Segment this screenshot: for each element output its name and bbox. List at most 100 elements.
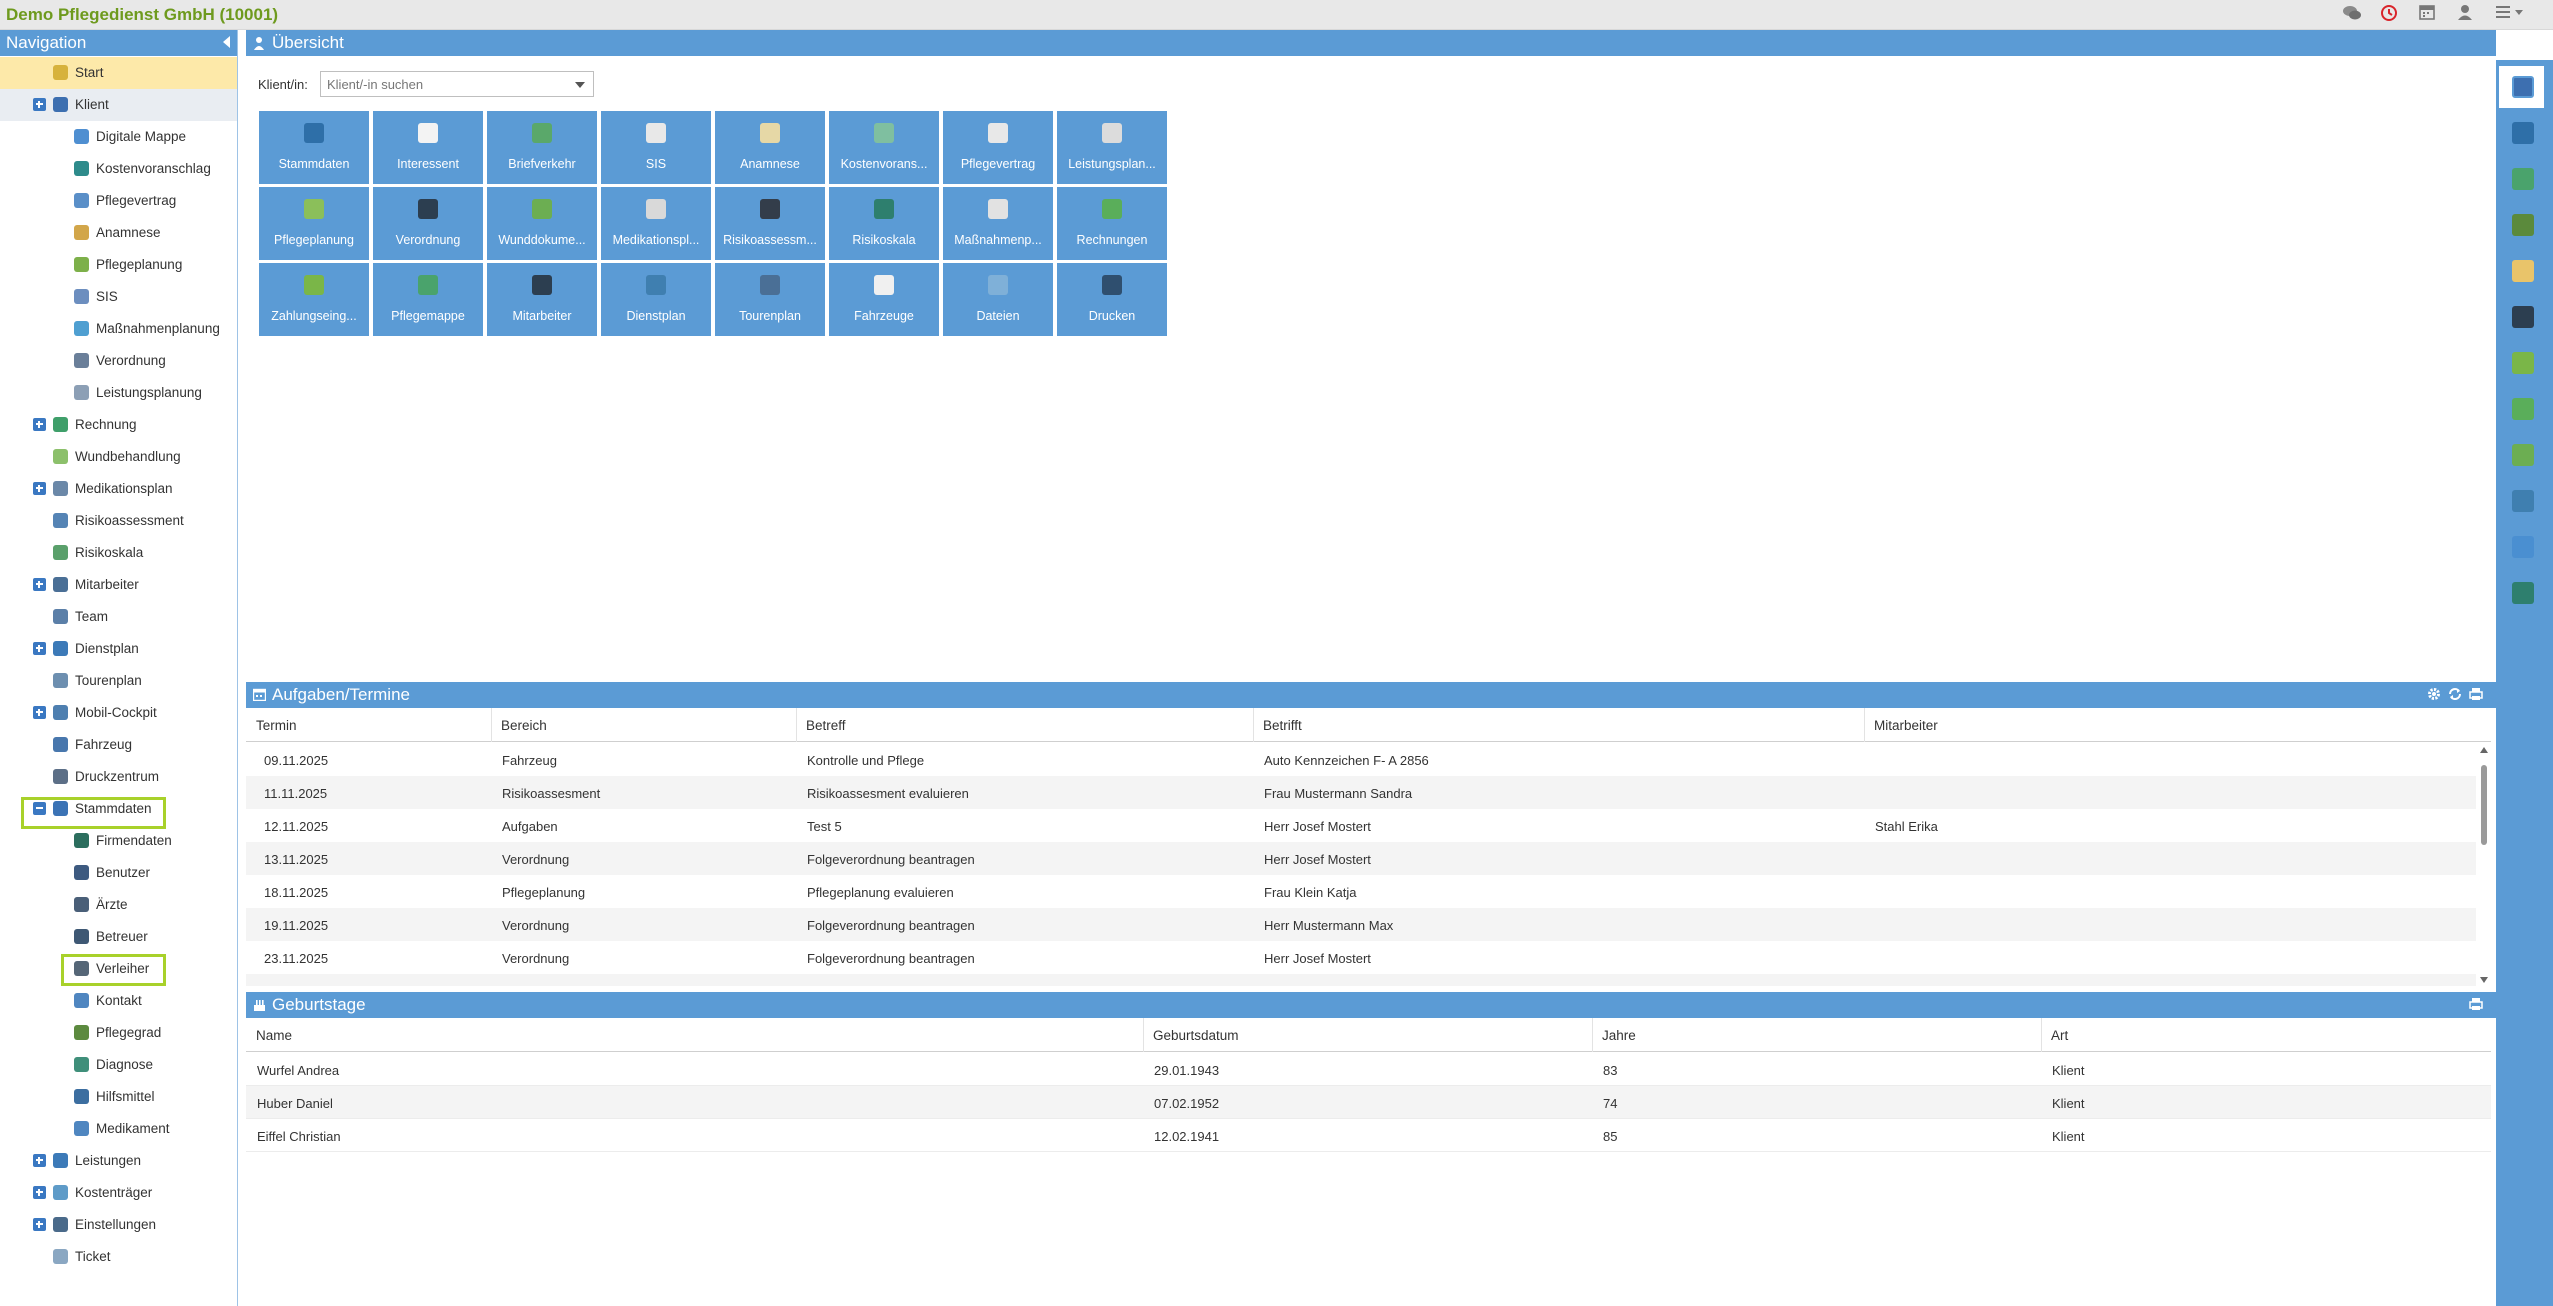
- sidebar-item-einstellungen[interactable]: Einstellungen: [0, 1209, 237, 1241]
- user-icon[interactable]: [2454, 4, 2476, 26]
- handshake-icon[interactable]: [2512, 214, 2534, 236]
- column-header[interactable]: Geburtsdatum: [1153, 1028, 1239, 1043]
- menu-icon[interactable]: [2492, 4, 2528, 26]
- kim-mail-icon[interactable]: [2512, 122, 2534, 144]
- employee-icon[interactable]: [2512, 306, 2534, 328]
- sidebar-item-dienstplan[interactable]: Dienstplan: [0, 633, 237, 665]
- table-row[interactable]: Eiffel Christian 12.02.1941 85 Klient: [246, 1119, 2491, 1152]
- sidebar-item-firmendaten[interactable]: Firmendaten: [0, 825, 237, 857]
- table-row[interactable]: 13.11.2025 Verordnung Folgeverordnung bean…: [246, 842, 2476, 875]
- tile-rechnungen[interactable]: Rechnungen: [1057, 187, 1167, 260]
- column-header[interactable]: Betrifft: [1263, 718, 1302, 733]
- tile-fahrzeuge[interactable]: Fahrzeuge: [829, 263, 939, 336]
- tile-zahlungseing[interactable]: Zahlungseing...: [259, 263, 369, 336]
- scrollbar-thumb[interactable]: [2481, 765, 2487, 845]
- table-row[interactable]: 18.11.2025 Pflegeplanung Pflegeplanung eva…: [246, 875, 2476, 908]
- tile-leistungsplan[interactable]: Leistungsplan...: [1057, 111, 1167, 184]
- expand-icon[interactable]: [33, 706, 46, 719]
- expand-icon[interactable]: [33, 578, 46, 591]
- table-row[interactable]: 26.11.2025 Risikoskala Risikoskala evaluie…: [246, 974, 2476, 986]
- chat-icon[interactable]: [2341, 4, 2363, 26]
- edit-icon[interactable]: [2512, 444, 2534, 466]
- sidebar-item-pflegegrad[interactable]: Pflegegrad: [0, 1017, 237, 1049]
- tile-dienstplan[interactable]: Dienstplan: [601, 263, 711, 336]
- sidebar-item-tourenplan[interactable]: Tourenplan: [0, 665, 237, 697]
- table-row[interactable]: 23.11.2025 Verordnung Folgeverordnung bean…: [246, 941, 2476, 974]
- sidebar-item-pflegeplanung[interactable]: Pflegeplanung: [0, 249, 237, 281]
- gear-icon[interactable]: [2426, 687, 2442, 703]
- expand-icon[interactable]: [33, 642, 46, 655]
- client-search-select[interactable]: Klient/-in suchen: [320, 71, 594, 97]
- sidebar-item-betreuer[interactable]: Betreuer: [0, 921, 237, 953]
- column-header[interactable]: Art: [2051, 1028, 2068, 1043]
- sidebar-item-kostenträger[interactable]: Kostenträger: [0, 1177, 237, 1209]
- sidebar-item-kontakt[interactable]: Kontakt: [0, 985, 237, 1017]
- sidebar-item-anamnese[interactable]: Anamnese: [0, 217, 237, 249]
- column-header[interactable]: Betreff: [806, 718, 846, 733]
- sidebar-item-start[interactable]: Start: [0, 57, 237, 89]
- table-row[interactable]: 09.11.2025 Fahrzeug Kontrolle und Pflege Au…: [246, 743, 2476, 776]
- tile-stammdaten[interactable]: Stammdaten: [259, 111, 369, 184]
- sidebar-item-druckzentrum[interactable]: Druckzentrum: [0, 761, 237, 793]
- tile-maßnahmenp[interactable]: Maßnahmenp...: [943, 187, 1053, 260]
- sidebar-item-mitarbeiter[interactable]: Mitarbeiter: [0, 569, 237, 601]
- window-icon[interactable]: [2512, 582, 2534, 604]
- expand-icon[interactable]: [33, 1218, 46, 1231]
- column-header[interactable]: Bereich: [501, 718, 547, 733]
- tile-pflegevertrag[interactable]: Pflegevertrag: [943, 111, 1053, 184]
- tile-tourenplan[interactable]: Tourenplan: [715, 263, 825, 336]
- tile-mitarbeiter[interactable]: Mitarbeiter: [487, 263, 597, 336]
- sidebar-item-maßnahmenplanung[interactable]: Maßnahmenplanung: [0, 313, 237, 345]
- expand-icon[interactable]: [33, 418, 46, 431]
- printer-icon[interactable]: [2468, 687, 2484, 703]
- sidebar-item-rechnung[interactable]: Rechnung: [0, 409, 237, 441]
- sidebar-item-team[interactable]: Team: [0, 601, 237, 633]
- tile-medikationspl[interactable]: Medikationspl...: [601, 187, 711, 260]
- tile-interessent[interactable]: Interessent: [373, 111, 483, 184]
- table-row[interactable]: Wurfel Andrea 29.01.1943 83 Klient: [246, 1053, 2491, 1086]
- tile-sis[interactable]: SIS: [601, 111, 711, 184]
- sidebar-item-risikoskala[interactable]: Risikoskala: [0, 537, 237, 569]
- tile-drucken[interactable]: Drucken: [1057, 263, 1167, 336]
- sidebar-item-ärzte[interactable]: Ärzte: [0, 889, 237, 921]
- tile-risikoskala[interactable]: Risikoskala: [829, 187, 939, 260]
- tile-risikoassessm[interactable]: Risikoassessm...: [715, 187, 825, 260]
- tile-dateien[interactable]: Dateien: [943, 263, 1053, 336]
- calendar-check-icon[interactable]: [2512, 168, 2534, 190]
- tile-briefverkehr[interactable]: Briefverkehr: [487, 111, 597, 184]
- table-row[interactable]: 12.11.2025 Aufgaben Test 5 Herr Josef Moste…: [246, 809, 2476, 842]
- sidebar-item-leistungsplanung[interactable]: Leistungsplanung: [0, 377, 237, 409]
- tasks-scrollbar[interactable]: [2478, 745, 2490, 985]
- expand-icon[interactable]: [33, 1186, 46, 1199]
- tile-anamnese[interactable]: Anamnese: [715, 111, 825, 184]
- calendar-icon[interactable]: [2416, 4, 2438, 26]
- column-header[interactable]: Mitarbeiter: [1874, 718, 1938, 733]
- table-row[interactable]: Huber Daniel 07.02.1952 74 Klient: [246, 1086, 2491, 1119]
- sidebar-item-leistungen[interactable]: Leistungen: [0, 1145, 237, 1177]
- printer-icon[interactable]: [2468, 997, 2484, 1013]
- history-icon[interactable]: [2378, 4, 2400, 26]
- sidebar-item-wundbehandlung[interactable]: Wundbehandlung: [0, 441, 237, 473]
- mail-icon[interactable]: [2512, 536, 2534, 558]
- expand-icon[interactable]: [33, 98, 46, 111]
- sidebar-item-hilfsmittel[interactable]: Hilfsmittel: [0, 1081, 237, 1113]
- tile-wunddokume[interactable]: Wunddokume...: [487, 187, 597, 260]
- sidebar-item-diagnose[interactable]: Diagnose: [0, 1049, 237, 1081]
- column-header[interactable]: Name: [256, 1028, 292, 1043]
- column-header[interactable]: Termin: [256, 718, 297, 733]
- sidebar-item-mobil-cockpit[interactable]: Mobil-Cockpit: [0, 697, 237, 729]
- sidebar-item-sis[interactable]: SIS: [0, 281, 237, 313]
- expand-icon[interactable]: [33, 482, 46, 495]
- table-row[interactable]: 11.11.2025 Risikoassesment Risikoassesment…: [246, 776, 2476, 809]
- table-row[interactable]: 19.11.2025 Verordnung Folgeverordnung bean…: [246, 908, 2476, 941]
- export-icon[interactable]: [2512, 490, 2534, 512]
- tile-pflegeplanung[interactable]: Pflegeplanung: [259, 187, 369, 260]
- chat-bubbles-icon[interactable]: [2512, 352, 2534, 374]
- notepad-icon[interactable]: [2512, 260, 2534, 282]
- sidebar-item-verordnung[interactable]: Verordnung: [0, 345, 237, 377]
- sidebar-item-fahrzeug[interactable]: Fahrzeug: [0, 729, 237, 761]
- sidebar-item-medikament[interactable]: Medikament: [0, 1113, 237, 1145]
- sidebar-item-ticket[interactable]: Ticket: [0, 1241, 237, 1273]
- tile-kostenvorans[interactable]: Kostenvorans...: [829, 111, 939, 184]
- sidebar-item-kostenvoranschlag[interactable]: Kostenvoranschlag: [0, 153, 237, 185]
